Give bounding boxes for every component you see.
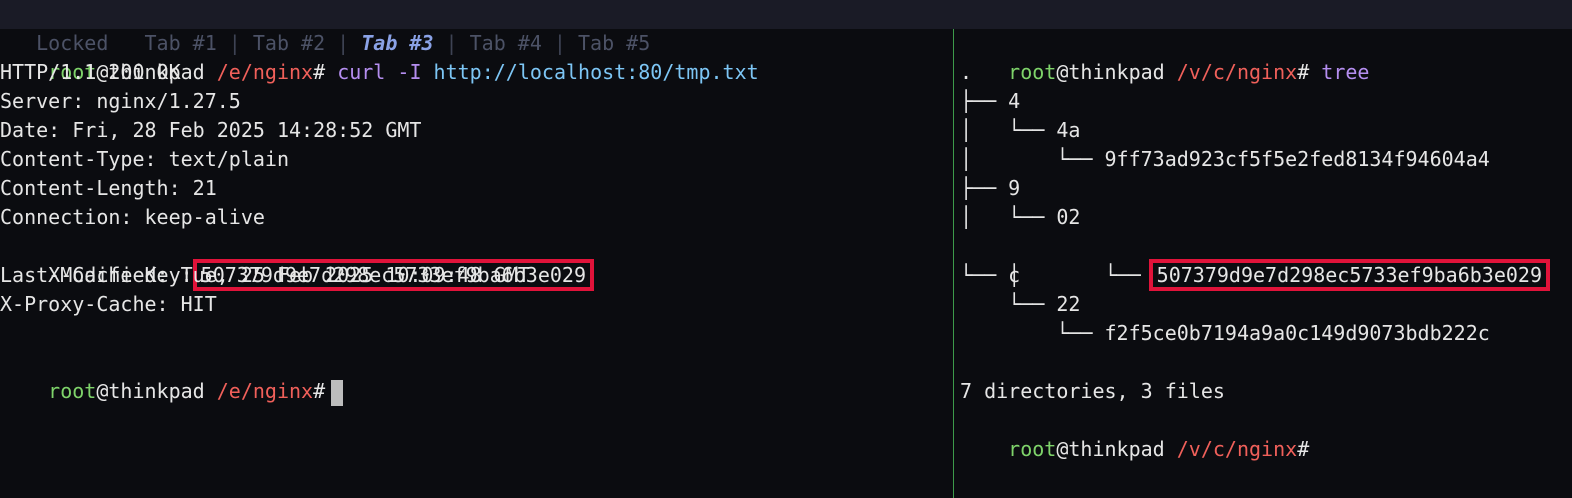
cursor bbox=[331, 379, 344, 406]
prompt-line: root@thinkpad /v/c/nginx# bbox=[960, 406, 1309, 461]
command: curl bbox=[337, 60, 386, 84]
tree-line: └── c bbox=[960, 263, 1021, 287]
tab-bar: Locked Tab #1 | Tab #2 | Tab #3 | Tab #4… bbox=[0, 0, 1572, 55]
prompt-path: /v/c/nginx bbox=[1176, 437, 1298, 461]
prompt-symbol: # bbox=[313, 60, 326, 84]
command-flag: -I bbox=[397, 60, 422, 84]
tree-line: │ └── 9ff73ad923cf5f5e2fed8134f94604a4 bbox=[960, 147, 1490, 171]
prompt-path: /e/nginx bbox=[216, 379, 314, 403]
prompt-path: /e/nginx bbox=[216, 60, 314, 84]
prompt-symbol: # bbox=[1297, 60, 1310, 84]
prompt-line: root@thinkpad /e/nginx# curl -I http://l… bbox=[0, 29, 758, 84]
prompt-host: @thinkpad bbox=[1056, 60, 1165, 84]
prompt-user: root bbox=[1008, 60, 1057, 84]
output-line: Content-Type: text/plain bbox=[0, 147, 289, 171]
tree-line: │ └── 02 bbox=[960, 205, 1081, 229]
cache-file-highlight: 507379d9e7d298ec5733ef9ba6b3e029 bbox=[1148, 259, 1550, 291]
prompt-symbol: # bbox=[1297, 437, 1310, 461]
prompt-user: root bbox=[1008, 437, 1057, 461]
prompt-host: @thinkpad bbox=[96, 379, 205, 403]
prompt-line: root@thinkpad /v/c/nginx# tree bbox=[960, 29, 1369, 84]
output-line: Connection: keep-alive bbox=[0, 205, 265, 229]
output-line: HTTP/1.1 200 OK bbox=[0, 60, 181, 84]
cache-key-line: X-Cache-Key: 507379d9e7d298ec5733ef9ba6b3… bbox=[0, 232, 594, 291]
prompt-symbol: # bbox=[313, 379, 326, 403]
terminal-pane-right[interactable]: root@thinkpad /v/c/nginx# tree . ├── 4 │… bbox=[960, 29, 1572, 498]
output-line: Date: Fri, 28 Feb 2025 14:28:52 GMT bbox=[0, 118, 422, 142]
output-line: Last-Modified: Tue, 25 Feb 2025 10:09:48… bbox=[0, 263, 530, 287]
tree-branch: │ └── bbox=[1008, 263, 1153, 287]
tree-line: . bbox=[960, 60, 973, 84]
tree-line: ├── 9 bbox=[960, 176, 1021, 200]
tree-summary: 7 directories, 3 files bbox=[960, 379, 1225, 403]
terminal-pane-left[interactable]: root@thinkpad /e/nginx# curl -I http://l… bbox=[0, 29, 953, 498]
output-line: Server: nginx/1.27.5 bbox=[0, 89, 241, 113]
prompt-path: /v/c/nginx bbox=[1176, 60, 1298, 84]
tree-line: └── f2f5ce0b7194a9a0c149d9073bdb222c bbox=[960, 321, 1490, 345]
output-line: Content-Length: 21 bbox=[0, 176, 217, 200]
tree-line: │ └── 4a bbox=[960, 118, 1081, 142]
tree-line: ├── 4 bbox=[960, 89, 1021, 113]
command: tree bbox=[1321, 60, 1370, 84]
prompt-line: root@thinkpad /e/nginx# bbox=[0, 348, 344, 406]
prompt-host: @thinkpad bbox=[1056, 437, 1165, 461]
output-line: X-Proxy-Cache: HIT bbox=[0, 292, 217, 316]
tree-line-highlighted: │ └── 507379d9e7d298ec5733ef9ba6b3e029 bbox=[960, 232, 1550, 291]
pane-divider[interactable] bbox=[953, 29, 954, 498]
prompt-user: root bbox=[48, 379, 97, 403]
command-url: http://localhost:80/tmp.txt bbox=[433, 60, 759, 84]
tree-line: └── 22 bbox=[960, 292, 1081, 316]
